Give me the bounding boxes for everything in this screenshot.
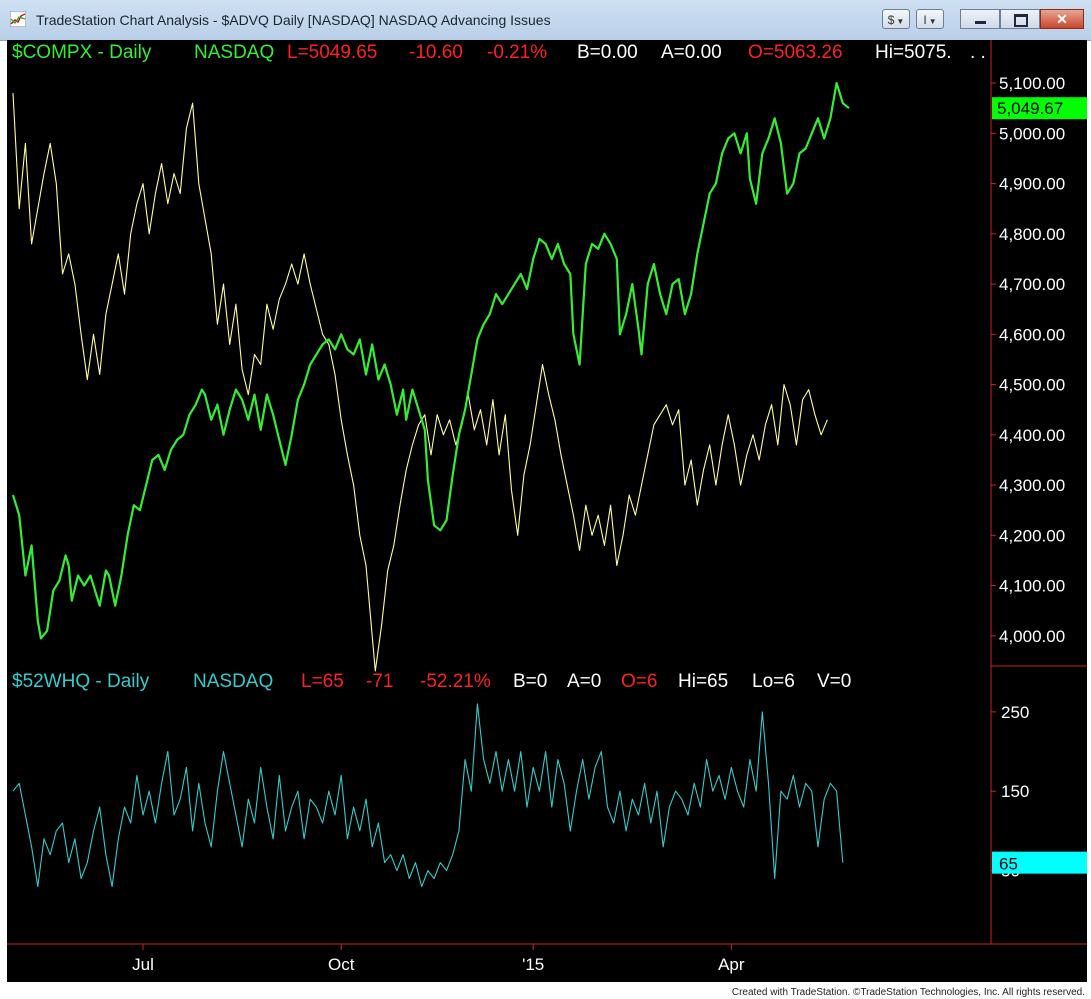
symbol-menu-label: $	[887, 13, 895, 27]
price-tick-label: 4,000.00	[999, 627, 1065, 646]
tradestation-app-icon	[10, 11, 26, 27]
highs-last: L=65	[301, 671, 344, 692]
series-line-compx	[11, 81, 850, 640]
minimize-button[interactable]	[960, 9, 1000, 29]
highs-panel-header: $52WHQ - Daily NASDAQ L=65 -71 -52.21% B…	[12, 671, 851, 692]
highs-volume: V=0	[817, 671, 851, 692]
price-tick-label: 4,800.00	[999, 225, 1065, 244]
highs-tick-label: 250	[1001, 703, 1029, 722]
price-panel-header: $COMPX - Daily NASDAQ L=5049.65 -10.60 -…	[12, 42, 952, 63]
window-titlebar: TradeStation Chart Analysis - $ADVQ Dail…	[0, 0, 1091, 41]
price-tick-label: 4,700.00	[999, 275, 1065, 294]
price-tick-label: 5,000.00	[999, 124, 1065, 143]
price-bid: B=0.00	[577, 42, 638, 63]
price-tick-label: 4,900.00	[999, 175, 1065, 194]
time-tick-label: '15	[522, 955, 544, 974]
highs-bid: B=0	[513, 671, 547, 692]
series-line-advq	[12, 93, 828, 672]
window-title: TradeStation Chart Analysis - $ADVQ Dail…	[36, 12, 551, 28]
series-line-52whq	[12, 703, 844, 888]
chevron-down-icon: ▼	[928, 17, 937, 26]
highs-change: -71	[366, 671, 393, 692]
price-change-pct: -0.21%	[487, 42, 547, 63]
highs-ask: A=0	[567, 671, 601, 692]
time-tick-label: Oct	[328, 955, 355, 974]
price-tick-label: 4,300.00	[999, 476, 1065, 495]
price-exchange: NASDAQ	[194, 42, 274, 63]
symbol-menu-button[interactable]: $ ▼	[882, 9, 910, 29]
price-high: Hi=5075.	[875, 42, 952, 63]
highs-low: Lo=6	[752, 671, 795, 692]
maximize-button[interactable]	[1000, 9, 1040, 29]
price-open: O=5063.26	[748, 42, 843, 63]
price-tick-label: 4,500.00	[999, 376, 1065, 395]
series-layer	[11, 81, 850, 888]
indicator-menu-button[interactable]: I ▼	[916, 9, 944, 29]
price-tick-label: 4,600.00	[999, 325, 1065, 344]
footer-credit: Created with TradeStation. ©TradeStation…	[731, 987, 1085, 998]
highs-symbol: $52WHQ - Daily	[12, 671, 150, 692]
price-symbol: $COMPX - Daily	[12, 42, 152, 63]
maximize-icon	[1014, 14, 1028, 27]
price-tick-label: 4,400.00	[999, 426, 1065, 445]
price-last: L=5049.65	[287, 42, 377, 63]
highs-change-pct: -52.21%	[420, 671, 491, 692]
chart-canvas: $COMPX - Daily NASDAQ L=5049.65 -10.60 -…	[7, 40, 1087, 974]
close-button[interactable]: ✕	[1040, 9, 1084, 29]
price-ask: A=0.00	[661, 42, 722, 63]
highs-last-tag-text: 65	[999, 855, 1018, 874]
time-tick-label: Apr	[718, 955, 745, 974]
chart-area[interactable]: $COMPX - Daily NASDAQ L=5049.65 -10.60 -…	[7, 40, 1087, 982]
price-change: -10.60	[409, 42, 463, 63]
highs-tick-label: 150	[1001, 782, 1029, 801]
chevron-down-icon: ▼	[896, 17, 905, 26]
price-last-tag-text: 5,049.67	[997, 99, 1063, 118]
header-ellipsis: . .	[970, 42, 986, 63]
price-tick-label: 4,200.00	[999, 526, 1065, 545]
highs-open: O=6	[621, 671, 657, 692]
highs-exchange: NASDAQ	[193, 671, 273, 692]
price-tick-label: 4,100.00	[999, 577, 1065, 596]
price-tick-label: 5,100.00	[999, 74, 1065, 93]
axes-layer: 4,000.00 4,100.00 4,200.00 4,300.00 4,400.00…	[7, 40, 1087, 974]
time-tick-label: Jul	[132, 955, 154, 974]
close-icon: ✕	[1056, 11, 1068, 27]
indicator-menu-label: I	[923, 13, 927, 27]
minimize-icon	[975, 21, 986, 24]
highs-high: Hi=65	[678, 671, 728, 692]
